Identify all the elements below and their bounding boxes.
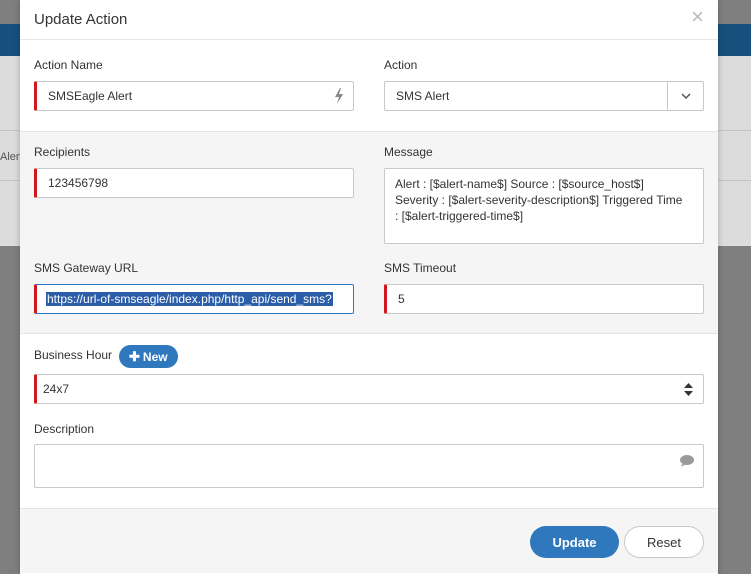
recipients-input[interactable]: 123456798 bbox=[34, 168, 354, 198]
new-business-hour-button[interactable]: ✚ New bbox=[119, 345, 178, 368]
business-hour-label: Business Hour bbox=[34, 348, 113, 362]
business-hour-value: 24x7 bbox=[43, 382, 70, 396]
action-label: Action bbox=[384, 58, 418, 72]
action-select-value: SMS Alert bbox=[396, 89, 450, 103]
modal-footer: Update Reset bbox=[20, 509, 718, 573]
message-line: Alert : [$alert-name$] Source : [$source… bbox=[395, 177, 644, 191]
action-select[interactable]: SMS Alert bbox=[384, 81, 704, 111]
update-button[interactable]: Update bbox=[530, 526, 619, 558]
chevron-down-icon[interactable] bbox=[667, 82, 703, 110]
message-textarea[interactable]: Alert : [$alert-name$] Source : [$source… bbox=[384, 168, 704, 244]
message-text: Alert : [$alert-name$] Source : [$source… bbox=[395, 176, 693, 224]
action-name-label: Action Name bbox=[34, 58, 103, 72]
action-name-value: SMSEagle Alert bbox=[48, 89, 133, 103]
recipients-label: Recipients bbox=[34, 145, 91, 159]
gateway-url-label: SMS Gateway URL bbox=[34, 261, 139, 275]
modal-title: Update Action bbox=[34, 11, 128, 28]
message-line: : [$alert-triggered-time$] bbox=[395, 209, 524, 223]
description-textarea[interactable] bbox=[34, 444, 704, 488]
business-hour-select[interactable]: 24x7 bbox=[34, 374, 704, 404]
timeout-value: 5 bbox=[398, 292, 405, 306]
close-icon[interactable]: × bbox=[691, 6, 704, 28]
new-button-label: New bbox=[142, 349, 168, 364]
modal-header: Update Action × bbox=[20, 0, 718, 40]
timeout-input[interactable]: 5 bbox=[384, 284, 704, 314]
gateway-url-input[interactable]: https://url-of-smseagle/index.php/http_a… bbox=[34, 284, 354, 314]
comment-icon bbox=[680, 455, 694, 467]
reset-button[interactable]: Reset bbox=[624, 526, 704, 558]
plus-icon: ✚ bbox=[129, 348, 140, 364]
section-sms-settings: Recipients 123456798 Message Alert : [$a… bbox=[20, 132, 718, 334]
action-name-field[interactable]: SMSEagle Alert bbox=[34, 81, 354, 111]
section-schedule: Business Hour ✚ New 24x7 Description bbox=[20, 334, 718, 509]
gateway-url-value: https://url-of-smseagle/index.php/http_a… bbox=[46, 292, 333, 306]
section-action: Action Name SMSEagle Alert Action SMS Al… bbox=[20, 40, 718, 132]
message-line: Severity : [$alert-severity-description$… bbox=[395, 193, 683, 207]
up-down-icon bbox=[684, 383, 693, 396]
recipients-value: 123456798 bbox=[48, 176, 109, 190]
bolt-icon bbox=[335, 88, 343, 104]
description-label: Description bbox=[34, 422, 95, 436]
timeout-label: SMS Timeout bbox=[384, 261, 457, 275]
message-label: Message bbox=[384, 145, 433, 159]
update-action-modal: Update Action × Action Name SMSEagle Ale… bbox=[20, 0, 718, 574]
